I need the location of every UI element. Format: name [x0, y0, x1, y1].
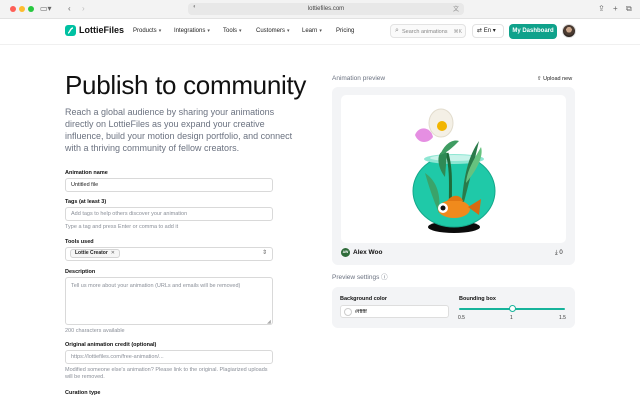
- nav-tools[interactable]: Tools ▾: [223, 27, 242, 35]
- credit-label: Original animation credit (optional): [65, 342, 157, 348]
- animation-name-label: Animation name: [65, 170, 108, 176]
- tags-label: Tags (at least 3): [65, 199, 107, 205]
- nav-customers[interactable]: Customers ▾: [256, 27, 290, 35]
- background-color-input[interactable]: #ffffff: [340, 305, 449, 318]
- close-window-button[interactable]: [10, 6, 16, 12]
- nav-learn[interactable]: Learn ▾: [302, 27, 322, 35]
- tools-used-label: Tools used: [65, 239, 94, 245]
- credit-input[interactable]: https://lottiefiles.com/free-animation/.…: [65, 350, 273, 364]
- background-color-label: Background color: [340, 296, 388, 302]
- description-label: Description: [65, 269, 96, 275]
- sidebar-toggle-icon[interactable]: ▭▾: [40, 4, 52, 14]
- tags-input[interactable]: Add tags to help others discover your an…: [65, 207, 273, 221]
- info-icon[interactable]: ⓘ: [381, 274, 388, 281]
- search-input[interactable]: ⌕ Search animations ⌘K: [390, 24, 466, 38]
- search-placeholder: Search animations: [402, 29, 448, 35]
- share-icon[interactable]: ⇪: [598, 4, 605, 14]
- animation-preview-label: Animation preview: [332, 75, 386, 82]
- my-dashboard-button[interactable]: My Dashboard: [509, 24, 557, 39]
- chevron-down-icon: ▾: [239, 28, 242, 34]
- tab-overview-icon[interactable]: ⧉: [626, 4, 632, 14]
- chevron-down-icon: ▾: [287, 28, 290, 34]
- background-color-value: #ffffff: [355, 309, 367, 315]
- page-description: Reach a global audience by sharing your …: [65, 107, 293, 153]
- address-bar[interactable]: ◐ lottiefiles.com 文: [188, 3, 464, 15]
- description-help-text: 200 characters available: [65, 328, 125, 334]
- search-icon: ⌕: [395, 27, 399, 34]
- logo-text[interactable]: LottieFiles: [79, 25, 124, 36]
- minimize-window-button[interactable]: [19, 6, 25, 12]
- remove-chip-icon[interactable]: ✕: [111, 250, 115, 256]
- chevron-down-icon: ▾: [207, 28, 210, 34]
- zoom-window-button[interactable]: [28, 6, 34, 12]
- upload-new-button[interactable]: ⇧ Upload new: [537, 75, 572, 83]
- bounding-box-slider-thumb[interactable]: [508, 305, 516, 312]
- author-name[interactable]: Alex Woo: [353, 249, 383, 257]
- nav-pricing[interactable]: Pricing: [336, 27, 354, 35]
- page-title: Publish to community: [65, 70, 307, 100]
- chevron-down-icon: ▾: [491, 28, 496, 34]
- tags-help-text: Type a tag and press Enter or comma to a…: [65, 224, 179, 230]
- chevron-down-icon: ▾: [158, 28, 162, 34]
- translate-icon[interactable]: 文: [453, 4, 459, 13]
- address-url: lottiefiles.com: [307, 6, 345, 12]
- user-avatar[interactable]: [562, 24, 576, 38]
- lottiefiles-logo-icon[interactable]: [65, 25, 76, 36]
- animation-name-input[interactable]: Untitled file: [65, 178, 273, 192]
- site-header: LottieFiles Products ▾ Integrations ▾ Tool…: [0, 19, 640, 45]
- author-avatar[interactable]: AW: [341, 248, 350, 257]
- select-arrows-icon[interactable]: ⇕: [262, 249, 267, 257]
- description-textarea[interactable]: Tell us more about your animation (URLs …: [65, 277, 273, 325]
- translate-icon: ⇄: [477, 28, 484, 34]
- forward-icon[interactable]: ›: [82, 4, 85, 14]
- download-count: ⤓ 0: [555, 250, 563, 256]
- curation-type-label: Curation type: [65, 390, 101, 396]
- animation-preview[interactable]: [341, 95, 566, 243]
- resize-handle-icon[interactable]: ◢: [267, 319, 271, 325]
- browser-toolbar: ▭▾ ‹ › ◐ lottiefiles.com 文 ⇪ + ⧉: [0, 0, 640, 19]
- slider-tick-mid: 1: [510, 315, 513, 321]
- chevron-down-icon: ▾: [319, 28, 322, 34]
- bounding-box-label: Bounding box: [459, 296, 496, 302]
- back-icon[interactable]: ‹: [68, 4, 71, 14]
- language-select[interactable]: ⇄ En ▾: [472, 24, 504, 38]
- nav-products[interactable]: Products ▾: [133, 27, 161, 35]
- slider-tick-min: 0.5: [458, 315, 465, 321]
- credit-help-text: Modified someone else's animation? Pleas…: [65, 367, 268, 380]
- fishbowl-illustration: [412, 108, 496, 233]
- color-swatch[interactable]: [344, 308, 352, 316]
- nav-integrations[interactable]: Integrations ▾: [174, 27, 210, 35]
- new-tab-icon[interactable]: +: [613, 4, 618, 14]
- preview-settings-label: Preview settings ⓘ: [332, 274, 388, 281]
- search-shortcut: ⌘K: [453, 29, 462, 35]
- slider-tick-max: 1.5: [559, 315, 566, 321]
- tool-chip-lottie-creator[interactable]: Lottie Creator ✕: [70, 249, 120, 258]
